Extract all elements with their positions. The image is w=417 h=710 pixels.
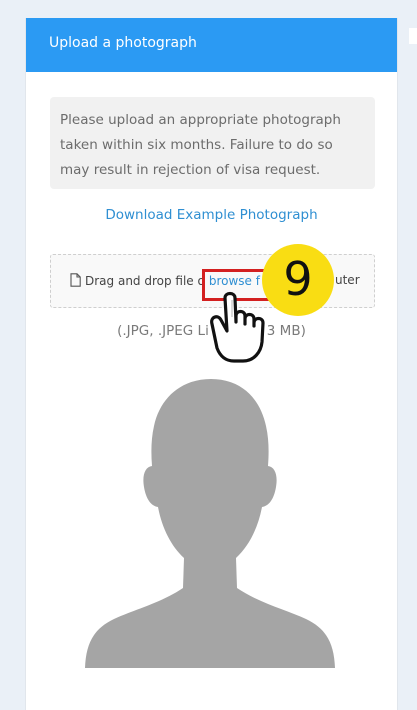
panel-header: Upload a photograph — [26, 18, 397, 72]
step-number: 9 — [283, 252, 313, 306]
file-icon — [70, 273, 81, 287]
upload-photo-panel: Upload a photograph Please upload an app… — [25, 18, 398, 710]
hand-pointer-icon — [210, 291, 265, 363]
step-number-badge: 9 — [262, 244, 334, 316]
dropzone-prompt-end: uter — [333, 273, 360, 287]
download-example-photo-link[interactable]: Download Example Photograph — [26, 207, 397, 223]
panel-title: Upload a photograph — [49, 35, 197, 51]
photo-placeholder-silhouette — [85, 379, 335, 668]
dropzone-prompt: Drag and drop file o — [85, 274, 205, 288]
upload-notice: Please upload an appropriate photograph … — [50, 97, 375, 189]
background-edge — [409, 28, 417, 44]
